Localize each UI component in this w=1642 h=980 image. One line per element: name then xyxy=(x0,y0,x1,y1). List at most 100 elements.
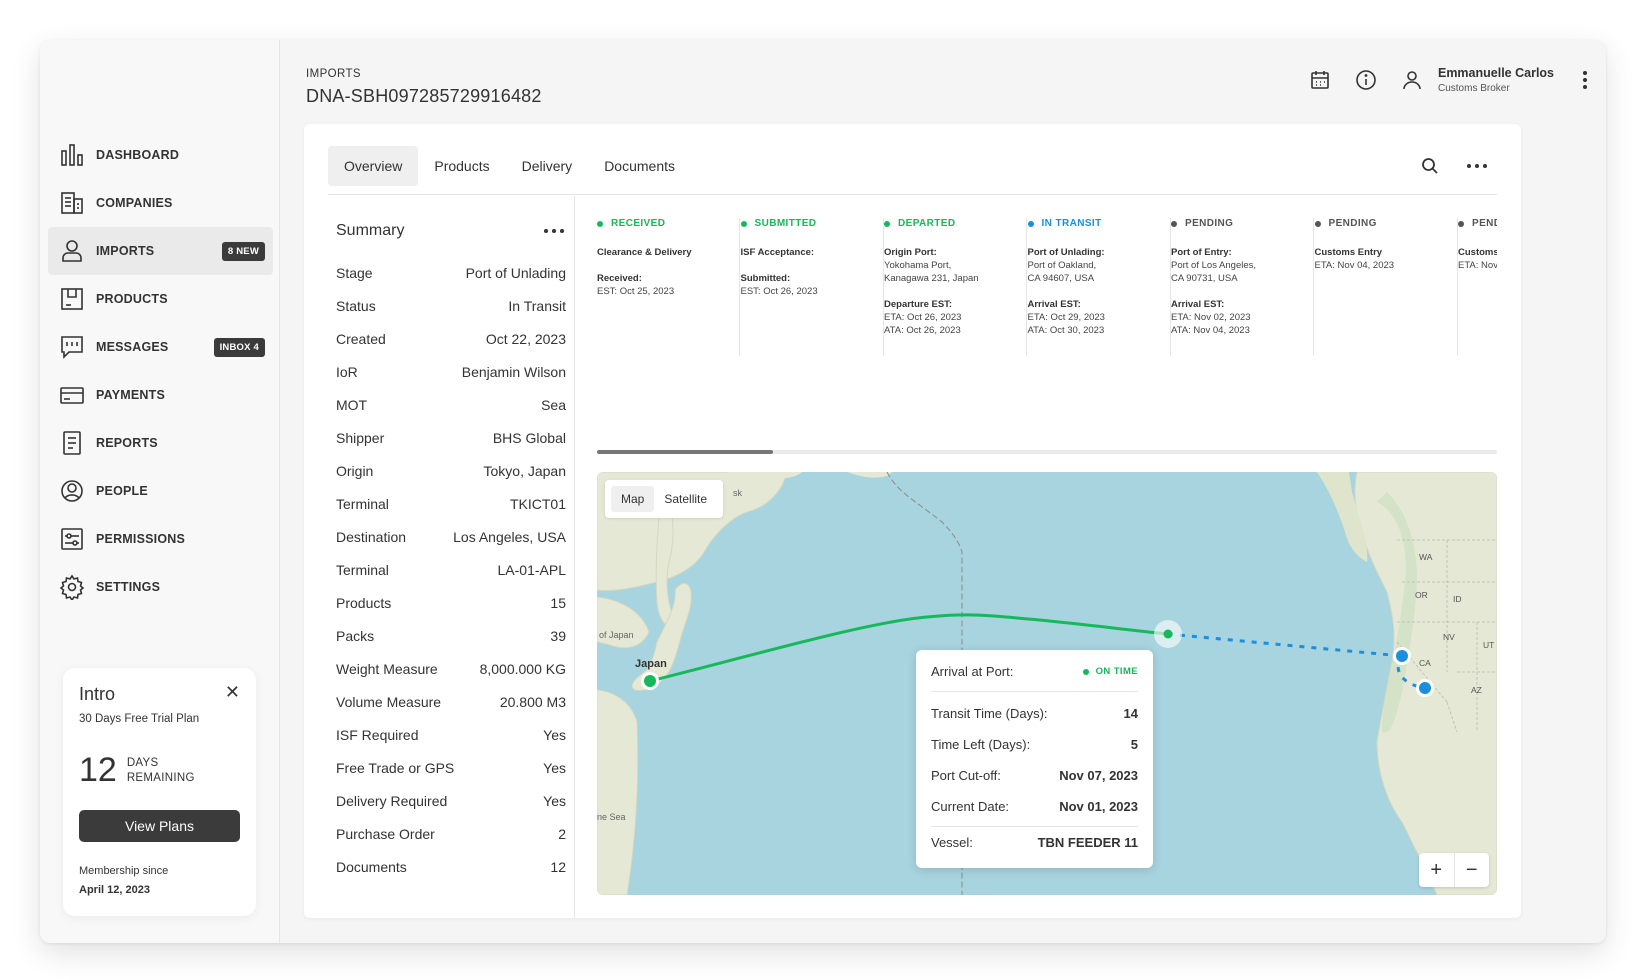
stage-detail-text: Port of Oakland, xyxy=(1027,260,1097,271)
summary-key: IoR xyxy=(336,364,358,380)
building-icon xyxy=(61,192,83,214)
sidebar-item-dashboard[interactable]: DASHBOARD xyxy=(48,131,273,179)
scrollbar-thumb[interactable] xyxy=(597,450,773,454)
stage-detail-text: ATA: Oct 26, 2023 xyxy=(884,325,961,336)
view-plans-button[interactable]: View Plans xyxy=(79,810,240,842)
user-profile[interactable]: Emmanuelle Carlos Customs Broker xyxy=(1438,66,1554,94)
more-horizontal-icon[interactable] xyxy=(542,229,566,233)
calendar-icon[interactable] xyxy=(1308,68,1332,92)
map-label-id: ID xyxy=(1453,594,1462,604)
summary-key: Volume Measure xyxy=(336,694,442,710)
sidebar-item-products[interactable]: PRODUCTS xyxy=(48,275,273,323)
timeline-scrollbar[interactable] xyxy=(597,450,1497,454)
timeline-stage[interactable]: PENDING Port of Entry: Port of Los Angeles… xyxy=(1171,218,1314,356)
timeline-stage[interactable]: RECEIVED Clearance & Delivery Received: EST… xyxy=(597,218,740,356)
summary-key: Status xyxy=(336,298,376,314)
stage-detail-line: ATA: Oct 26, 2023 xyxy=(884,324,1026,337)
popup-value: Nov 07, 2023 xyxy=(1059,768,1138,783)
stage-detail-line: Clearance & Delivery xyxy=(597,246,739,259)
timeline-stage[interactable]: SUBMITTED ISF Acceptance: Submitted: EST: O… xyxy=(740,218,884,356)
sidebar-item-reports[interactable]: REPORTS xyxy=(48,419,273,467)
status-dot xyxy=(597,220,603,227)
sidebar-item-messages[interactable]: MESSAGES INBOX 4 xyxy=(48,323,273,371)
membership-date: April 12, 2023 xyxy=(79,884,150,896)
more-vertical-icon[interactable] xyxy=(1582,70,1588,91)
summary-key: Packs xyxy=(336,628,375,644)
map-label-nv: NV xyxy=(1443,632,1455,642)
stage-detail-text: CA 94607, USA xyxy=(1027,273,1095,284)
sliders-icon xyxy=(61,528,83,550)
route-map[interactable]: Japan of Japan ne Sea sk WA OR ID NV UT … xyxy=(597,472,1497,895)
stage-detail-line: Port of Los Angeles, xyxy=(1171,259,1313,272)
popup-details: Transit Time (Days): 14 Time Left (Days): 5… xyxy=(931,692,1138,827)
tab-overview[interactable]: Overview xyxy=(328,146,419,186)
sidebar-item-payments[interactable]: PAYMENTS xyxy=(48,371,273,419)
sidebar-item-people[interactable]: PEOPLE xyxy=(48,467,273,515)
summary-row: Shipper BHS Global xyxy=(336,430,566,463)
tab-documents[interactable]: Documents xyxy=(588,146,691,186)
summary-value: Port of Unlading xyxy=(465,265,566,281)
status-dot xyxy=(1082,668,1089,675)
sidebar-item-label: PAYMENTS xyxy=(96,388,165,402)
stage-status: SUBMITTED xyxy=(740,218,883,229)
inbox-count-badge: INBOX 4 xyxy=(213,337,265,357)
app-window: DASHBOARD COMPANIES IMPORTS 8 NEW PRODUC… xyxy=(40,40,1606,943)
breadcrumb[interactable]: IMPORTS xyxy=(306,68,361,80)
summary-key: Stage xyxy=(336,265,373,281)
summary-row: Products 15 xyxy=(336,595,566,628)
tab-products[interactable]: Products xyxy=(418,146,505,186)
map-type-map[interactable]: Map xyxy=(611,486,655,512)
stage-detail-line: CA 94607, USA xyxy=(1028,272,1170,285)
stage-status-label: IN TRANSIT xyxy=(1041,218,1102,229)
timeline-stage[interactable]: PENDING Customs Entry ETA: Nov 04, 2023 xyxy=(1314,218,1458,356)
tab-delivery[interactable]: Delivery xyxy=(506,146,589,186)
stage-detail-line xyxy=(1028,285,1170,298)
main-content: IMPORTS DNA-SBH097285729916482 Emmanuell… xyxy=(280,40,1606,943)
intro-trial-card: Intro ✕ 30 Days Free Trial Plan 12 DAYS R… xyxy=(63,668,256,916)
shipment-timeline: RECEIVED Clearance & Delivery Received: EST… xyxy=(597,196,1497,424)
summary-value: Yes xyxy=(543,760,566,776)
zoom-out-button[interactable]: − xyxy=(1455,853,1490,887)
stage-detail-text: CA 90731, USA xyxy=(1171,273,1238,284)
stage-detail-line: Origin Port: xyxy=(884,246,1026,259)
sidebar-item-companies[interactable]: COMPANIES xyxy=(48,179,273,227)
summary-key: MOT xyxy=(336,397,368,413)
user-icon[interactable] xyxy=(1400,68,1424,92)
map-type-satellite[interactable]: Satellite xyxy=(654,486,717,512)
membership-info: Membership since April 12, 2023 xyxy=(79,862,240,900)
days-remaining: 12 DAYS REMAINING xyxy=(79,751,240,790)
stage-detail-text: Customs Release xyxy=(1458,247,1497,258)
info-icon[interactable] xyxy=(1354,68,1378,92)
map-label-wa: WA xyxy=(1419,552,1433,562)
stage-detail-line: ISF Acceptance: xyxy=(741,246,883,259)
zoom-in-button[interactable]: + xyxy=(1419,853,1455,887)
user-role: Customs Broker xyxy=(1437,83,1510,94)
summary-key: Products xyxy=(336,595,392,611)
remaining-label: REMAINING xyxy=(126,771,195,784)
sidebar-item-label: PEOPLE xyxy=(96,484,148,498)
status-dot xyxy=(884,220,890,227)
close-icon[interactable]: ✕ xyxy=(225,682,240,703)
timeline-stage[interactable]: PENDING Customs Release ETA: Nov 05, 2023 xyxy=(1458,218,1497,356)
sidebar-item-settings[interactable]: SETTINGS xyxy=(48,563,273,611)
timeline-stage[interactable]: DEPARTED Origin Port: Yokohama Port, Kanaga… xyxy=(884,218,1027,356)
more-horizontal-icon[interactable] xyxy=(1465,164,1489,168)
stage-detail-line: EST: Oct 26, 2023 xyxy=(741,285,883,298)
timeline-stage[interactable]: IN TRANSIT Port of Unlading: Port of Oakla… xyxy=(1027,218,1171,356)
stage-status-label: RECEIVED xyxy=(611,218,666,229)
stage-details: Customs Entry ETA: Nov 04, 2023 xyxy=(1315,246,1457,272)
summary-value: 15 xyxy=(550,595,566,611)
stage-status: RECEIVED xyxy=(597,218,739,229)
sidebar-item-imports[interactable]: IMPORTS 8 NEW xyxy=(48,227,273,275)
popup-value: Nov 01, 2023 xyxy=(1059,799,1138,814)
card-icon xyxy=(60,387,84,404)
summary-value: 2 xyxy=(558,826,566,842)
header-actions: Emmanuelle Carlos Customs Broker xyxy=(1286,66,1588,94)
stage-detail-text: Departure EST: xyxy=(884,299,953,310)
stage-detail-line: Arrival EST: xyxy=(1028,298,1170,311)
stage-detail-line: Customs Entry xyxy=(1315,246,1457,259)
sidebar-item-permissions[interactable]: PERMISSIONS xyxy=(48,515,273,563)
map-label-sk: sk xyxy=(733,488,742,498)
stage-status-label: DEPARTED xyxy=(898,218,956,229)
search-icon[interactable] xyxy=(1421,157,1439,175)
